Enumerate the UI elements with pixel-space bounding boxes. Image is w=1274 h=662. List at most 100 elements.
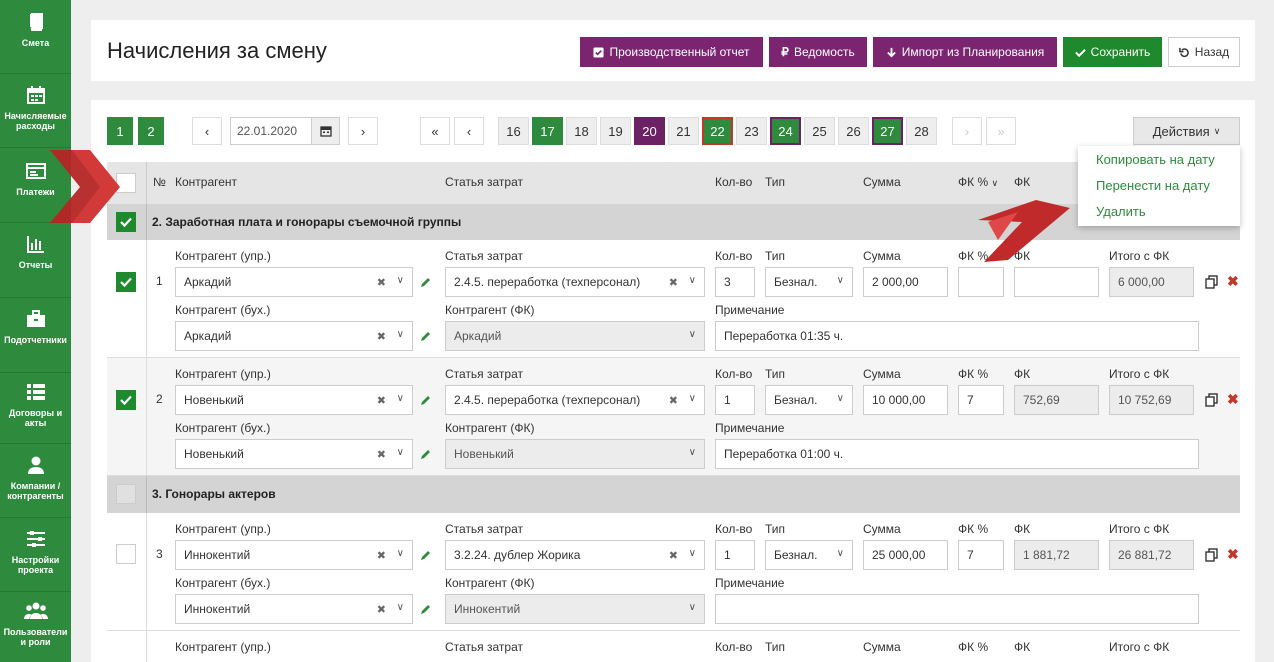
- contractor-buh-select[interactable]: Новенький ✖ ∨: [175, 439, 413, 469]
- day-23-button[interactable]: 23: [736, 117, 767, 145]
- note-input[interactable]: Переработка 01:00 ч.: [715, 439, 1199, 469]
- group-checkbox[interactable]: [116, 484, 136, 504]
- contractor-upr-select[interactable]: Аркадий ✖ ∨: [175, 267, 413, 297]
- sum-input[interactable]: 2 000,00: [863, 267, 948, 297]
- sidebar-item-users[interactable]: Пользователи и роли: [0, 593, 71, 662]
- day-22-button[interactable]: 22: [702, 117, 733, 145]
- ledger-button[interactable]: ₽ Ведомость: [769, 37, 867, 67]
- menu-item-move-to-date[interactable]: Перенести на дату: [1096, 178, 1210, 193]
- sidebar-item-companies[interactable]: Компании / контрагенты: [0, 445, 71, 518]
- pencil-icon[interactable]: [420, 549, 432, 561]
- type-select[interactable]: Безнал. ∨: [765, 267, 853, 297]
- import-planning-button[interactable]: Импорт из Планирования: [873, 37, 1057, 67]
- actions-button[interactable]: Действия ∨: [1133, 117, 1240, 145]
- sidebar: Смета Начисляемые расходы Платежи Отчеты…: [0, 0, 71, 662]
- contractor-fk-select[interactable]: Аркадий ∨: [445, 321, 705, 351]
- next-week-button[interactable]: ›: [952, 117, 982, 145]
- menu-item-copy-to-date[interactable]: Копировать на дату: [1096, 152, 1215, 167]
- ruble-icon: ₽: [781, 45, 789, 59]
- contractor-upr-select[interactable]: Новенький ✖ ∨: [175, 385, 413, 415]
- contractor-buh-select[interactable]: Аркадий ✖ ∨: [175, 321, 413, 351]
- delete-icon[interactable]: ✖: [1227, 546, 1239, 563]
- table-row: 1 Контрагент (упр.) Аркадий ✖ ∨ Статья зат…: [107, 240, 1240, 358]
- clear-icon: ✖: [668, 550, 678, 562]
- fk-pct-input[interactable]: [958, 267, 1004, 297]
- total-field: 10 752,69: [1109, 385, 1194, 415]
- qty-input[interactable]: 1: [715, 385, 755, 415]
- pencil-icon[interactable]: [420, 448, 432, 460]
- copy-icon[interactable]: [1205, 393, 1219, 407]
- label-note: Примечание: [715, 576, 785, 590]
- copy-icon[interactable]: [1205, 548, 1219, 562]
- calendar-icon[interactable]: [311, 118, 339, 144]
- pencil-icon[interactable]: [420, 330, 432, 342]
- date-input[interactable]: 22.01.2020: [230, 117, 340, 145]
- prev-week-button[interactable]: ‹: [454, 117, 484, 145]
- menu-item-delete[interactable]: Удалить: [1096, 204, 1146, 219]
- row-checkbox[interactable]: [116, 390, 136, 410]
- sidebar-item-accrued[interactable]: Начисляемые расходы: [0, 75, 71, 148]
- article-select[interactable]: 3.2.24. дублер Жорика ✖ ∨: [445, 540, 705, 570]
- table-row: 2 Контрагент (упр.) Новенький ✖ ∨ Статья з…: [107, 358, 1240, 476]
- day-20-button[interactable]: 20: [634, 117, 665, 145]
- type-select[interactable]: Безнал. ∨: [765, 540, 853, 570]
- day-17-button[interactable]: 17: [532, 117, 563, 145]
- page-2-button[interactable]: 2: [138, 117, 164, 145]
- fk-input[interactable]: [1014, 267, 1099, 297]
- delete-icon[interactable]: ✖: [1227, 391, 1239, 408]
- label-contractor-upr: Контрагент (упр.): [175, 249, 271, 263]
- day-28-button[interactable]: 28: [906, 117, 937, 145]
- row-checkbox[interactable]: [116, 272, 136, 292]
- label-article: Статья затрат: [445, 367, 524, 381]
- day-18-button[interactable]: 18: [566, 117, 597, 145]
- pencil-icon[interactable]: [420, 603, 432, 615]
- save-button[interactable]: Сохранить: [1063, 37, 1162, 67]
- col-fk-pct[interactable]: ФК % ∨: [958, 175, 998, 189]
- last-week-button[interactable]: »: [986, 117, 1016, 145]
- day-19-button[interactable]: 19: [600, 117, 631, 145]
- fk-pct-input[interactable]: 7: [958, 385, 1004, 415]
- row-number: 1: [156, 274, 163, 288]
- copy-icon[interactable]: [1205, 275, 1219, 289]
- page-1-button[interactable]: 1: [107, 117, 133, 145]
- qty-input[interactable]: 1: [715, 540, 755, 570]
- sidebar-item-estimate[interactable]: Смета: [0, 0, 71, 74]
- day-16-button[interactable]: 16: [498, 117, 529, 145]
- pencil-icon[interactable]: [420, 276, 432, 288]
- next-date-button[interactable]: ›: [348, 117, 378, 145]
- sidebar-item-accountable[interactable]: Подотчетники: [0, 299, 71, 373]
- chevron-down-icon: ∨: [688, 275, 696, 286]
- article-select[interactable]: 2.4.5. переработка (техперсонал) ✖ ∨: [445, 267, 705, 297]
- sidebar-item-reports[interactable]: Отчеты: [0, 224, 71, 298]
- contractor-buh-select[interactable]: Иннокентий ✖ ∨: [175, 594, 413, 624]
- label-contractor-buh: Контрагент (бух.): [175, 303, 271, 317]
- row-checkbox[interactable]: [116, 544, 136, 564]
- production-report-button[interactable]: Производственный отчет: [580, 37, 763, 67]
- day-26-button[interactable]: 26: [838, 117, 869, 145]
- note-input[interactable]: Переработка 01:35 ч.: [715, 321, 1199, 351]
- note-input[interactable]: [715, 594, 1199, 624]
- sum-input[interactable]: 10 000,00: [863, 385, 948, 415]
- day-21-button[interactable]: 21: [668, 117, 699, 145]
- qty-input[interactable]: 3: [715, 267, 755, 297]
- sum-input[interactable]: 25 000,00: [863, 540, 948, 570]
- label-type: Тип: [765, 367, 786, 381]
- contractor-fk-select[interactable]: Новенький ∨: [445, 439, 705, 469]
- back-button[interactable]: Назад: [1168, 37, 1240, 67]
- day-27-button[interactable]: 27: [872, 117, 903, 145]
- fk-pct-input[interactable]: 7: [958, 540, 1004, 570]
- first-week-button[interactable]: «: [420, 117, 450, 145]
- pencil-icon[interactable]: [420, 394, 432, 406]
- prev-date-button[interactable]: ‹: [192, 117, 222, 145]
- sidebar-item-contracts[interactable]: Договоры и акты: [0, 374, 71, 444]
- article-select[interactable]: 2.4.5. переработка (техперсонал) ✖ ∨: [445, 385, 705, 415]
- day-24-button[interactable]: 24: [770, 117, 801, 145]
- sidebar-item-label: Начисляемые расходы: [4, 111, 67, 131]
- delete-icon[interactable]: ✖: [1227, 273, 1239, 290]
- day-25-button[interactable]: 25: [804, 117, 835, 145]
- contractor-upr-select[interactable]: Иннокентий ✖ ∨: [175, 540, 413, 570]
- chevron-down-icon: ∨: [1213, 125, 1221, 136]
- contractor-fk-select[interactable]: Иннокентий ∨: [445, 594, 705, 624]
- sidebar-item-settings[interactable]: Настройки проекта: [0, 519, 71, 592]
- type-select[interactable]: Безнал. ∨: [765, 385, 853, 415]
